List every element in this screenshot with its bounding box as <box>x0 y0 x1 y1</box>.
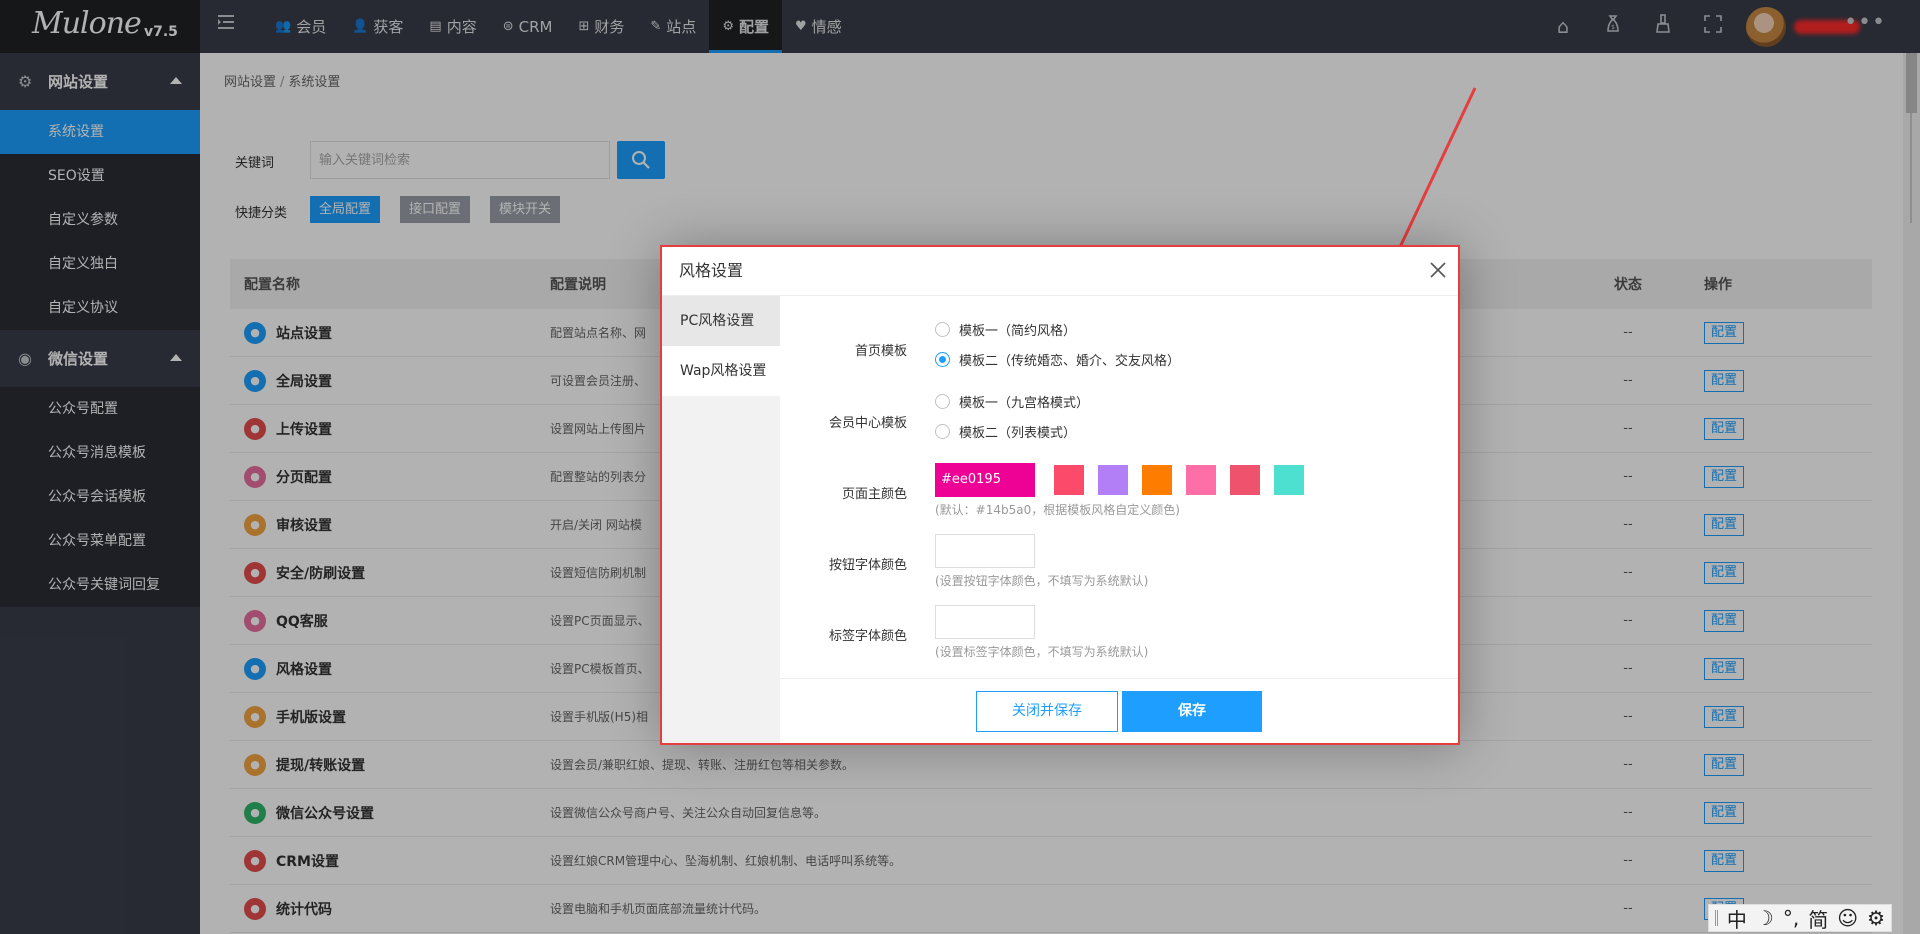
color-swatch[interactable] <box>1274 465 1304 495</box>
style-form: 首页模板 模板一（简约风格） 模板二（传统婚恋、婚介、交友风格） 会员中心模板 … <box>780 296 1460 678</box>
radio-button-checked[interactable] <box>935 352 950 367</box>
home-template-label: 首页模板 <box>854 344 907 359</box>
ime-grip-icon[interactable] <box>1714 910 1718 926</box>
ime-toolbar: 中 ☽ °, 简 ☺ ⚙ <box>1707 904 1892 933</box>
color-swatch[interactable] <box>1054 465 1084 495</box>
home-template-option-2[interactable]: 模板二（传统婚恋、婚介、交友风格） <box>935 350 1180 369</box>
button-color-hint: (设置按钮字体颜色，不填写为系统默认) <box>935 574 1149 588</box>
theme-color-label: 页面主颜色 <box>841 487 907 502</box>
label-color-input[interactable] <box>935 605 1035 639</box>
dialog-tabs: PC风格设置 Wap风格设置 <box>661 296 780 745</box>
button-color-label: 按钮字体颜色 <box>828 558 907 573</box>
home-template-option-1[interactable]: 模板一（简约风格） <box>935 320 1076 339</box>
option-label: 模板二（传统婚恋、婚介、交友风格） <box>959 354 1181 369</box>
radio-button[interactable] <box>935 424 950 439</box>
style-settings-dialog: 风格设置 PC风格设置 Wap风格设置 首页模板 模板一（简约风格） 模板二（传… <box>661 246 1460 745</box>
close-icon[interactable] <box>1428 260 1448 280</box>
option-label: 模板二（列表模式） <box>959 426 1077 441</box>
radio-button[interactable] <box>935 394 950 409</box>
option-label: 模板一（九宫格模式） <box>959 396 1090 411</box>
close-and-save-button[interactable]: 关闭并保存 <box>976 691 1118 732</box>
label-color-label: 标签字体颜色 <box>828 629 907 644</box>
label-color-hint: (设置标签字体颜色，不填写为系统默认) <box>935 645 1149 659</box>
dialog-title: 风格设置 <box>661 246 1460 296</box>
dialog-footer: 关闭并保存 保存 <box>780 678 1460 745</box>
option-label: 模板一（简约风格） <box>959 324 1077 339</box>
save-button[interactable]: 保存 <box>1122 691 1262 732</box>
ime-punctuation-icon[interactable]: °, <box>1783 906 1799 930</box>
color-swatch[interactable] <box>1142 465 1172 495</box>
radio-button[interactable] <box>935 322 950 337</box>
member-template-option-1[interactable]: 模板一（九宫格模式） <box>935 392 1089 411</box>
color-swatch[interactable] <box>1098 465 1128 495</box>
tab-wap-style[interactable]: Wap风格设置 <box>661 346 780 396</box>
ime-simplified[interactable]: 简 <box>1808 904 1828 933</box>
theme-color-hint: (默认：#14b5a0，根据模板风格自定义颜色) <box>935 503 1180 517</box>
ime-smiley-icon[interactable]: ☺ <box>1837 906 1858 930</box>
color-swatch[interactable] <box>1230 465 1260 495</box>
ime-settings-icon[interactable]: ⚙ <box>1867 906 1885 930</box>
member-template-label: 会员中心模板 <box>828 416 907 431</box>
color-swatch[interactable] <box>1186 465 1216 495</box>
tab-pc-style[interactable]: PC风格设置 <box>661 296 780 346</box>
member-template-option-2[interactable]: 模板二（列表模式） <box>935 422 1076 441</box>
button-color-input[interactable] <box>935 534 1035 568</box>
ime-moon-icon[interactable]: ☽ <box>1756 906 1774 930</box>
theme-color-input[interactable]: #ee0195 <box>935 463 1035 497</box>
ime-chinese-mode[interactable]: 中 <box>1727 904 1747 933</box>
